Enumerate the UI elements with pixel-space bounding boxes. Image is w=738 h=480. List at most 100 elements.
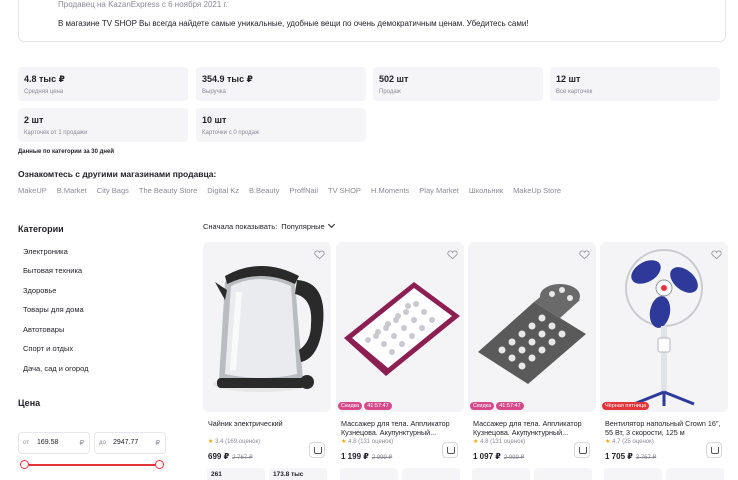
shop-link[interactable]: TV SHOP	[328, 186, 361, 195]
stat-label: Продаж	[379, 89, 401, 95]
product-metric	[604, 468, 662, 480]
star-icon: ★	[605, 439, 611, 445]
category-item[interactable]: Товары для дома	[23, 305, 84, 314]
product-title[interactable]: Массажер для тела. Аппликатор Кузнецова.…	[341, 419, 459, 437]
price-slider-max-handle[interactable]	[155, 460, 164, 469]
category-item[interactable]: Автотовары	[23, 325, 64, 334]
product-badges: Чёрная пятница	[602, 402, 650, 410]
product-card[interactable]: Чёрная пятница Вентилятор напольный Crow…	[600, 242, 728, 480]
category-item[interactable]: Электроника	[23, 247, 68, 256]
price-from-field[interactable]: от 169.58 ₽	[18, 432, 90, 454]
product-metric: 261	[207, 468, 265, 480]
product-metric	[534, 468, 592, 480]
timer-badge: 41:57:47	[496, 402, 524, 410]
product-title[interactable]: Массажер для тела. Аппликатор Кузнецова.…	[473, 419, 591, 437]
product-price: 1 705 ₽3 767 ₽	[605, 452, 656, 461]
stat-label: Выручка	[202, 89, 226, 95]
product-card[interactable]: Чайник электрический ★ 3.4 (169 оценок) …	[203, 242, 331, 480]
sort-control[interactable]: Сначала показывать: Популярные	[203, 220, 335, 231]
stat-value: 4.8 тыс ₽	[24, 74, 65, 84]
discount-badge: Скидка	[470, 402, 495, 410]
category-item[interactable]: Дача, сад и огород	[23, 364, 88, 373]
price-slider-min-handle[interactable]	[20, 460, 29, 469]
shop-link[interactable]: Школьник	[469, 186, 503, 195]
shop-link[interactable]: Digital Kz	[207, 186, 239, 195]
shop-link[interactable]: B.Market	[57, 186, 87, 195]
shop-link[interactable]: The Beauty Store	[139, 186, 197, 195]
rating-value: 4.8	[480, 439, 489, 445]
category-item[interactable]: Спорт и отдых	[23, 344, 73, 353]
product-image	[600, 242, 728, 412]
star-icon: ★	[473, 439, 479, 445]
rating-reviews: (131 оценок)	[358, 439, 394, 445]
price-current: 1 199 ₽	[341, 452, 369, 461]
price-current: 699 ₽	[208, 452, 230, 461]
price-from-value: 169.58	[37, 439, 59, 446]
rating-value: 4.8	[348, 439, 357, 445]
currency-symbol: ₽	[79, 440, 84, 447]
category-item[interactable]: Здоровье	[23, 286, 56, 295]
stat-value: 2 шт	[24, 115, 44, 125]
price-to-value: 2947.77	[113, 439, 139, 446]
chevron-down-icon	[327, 220, 335, 229]
period-note: Данные по категории за 30 дней	[18, 149, 115, 155]
product-card[interactable]: Скидка 41:57:47 Массажер для тела. Аппли…	[336, 242, 464, 480]
stat-label: Средняя цена	[24, 89, 64, 95]
sort-label: Сначала показывать:	[203, 222, 278, 231]
stat-value: 502 шт	[379, 74, 409, 84]
price-current: 1 097 ₽	[473, 452, 501, 461]
shop-link[interactable]: H.Moments	[371, 186, 409, 195]
product-rating: ★ 4.8 (131 оценок)	[341, 438, 393, 445]
price-current: 1 705 ₽	[605, 452, 633, 461]
shop-link[interactable]: ProffNail	[289, 186, 318, 195]
price-to-prefix: до	[99, 440, 106, 446]
rating-reviews: (25 оценок)	[622, 439, 654, 445]
add-to-cart-icon[interactable]	[574, 442, 590, 458]
add-to-cart-icon[interactable]	[442, 442, 458, 458]
product-badges: Скидка 41:57:47	[470, 402, 524, 410]
price-from-prefix: от	[23, 440, 29, 446]
add-to-cart-icon[interactable]	[309, 442, 325, 458]
price-old: 3 767 ₽	[635, 455, 657, 461]
heart-icon	[447, 250, 458, 260]
shop-link[interactable]: MakeUp Store	[513, 186, 561, 195]
stat-avg-price: 4.8 тыс ₽ Средняя цена	[18, 67, 188, 101]
product-metric	[472, 468, 530, 480]
add-to-cart-icon[interactable]	[706, 442, 722, 458]
product-title[interactable]: Чайник электрический	[208, 419, 326, 437]
shop-link[interactable]: City Bags	[97, 186, 129, 195]
currency-symbol: ₽	[155, 440, 160, 447]
shop-link[interactable]: Play Market	[419, 186, 459, 195]
stat-cards-no-sales: 10 шт Карточки с 0 продаж	[196, 108, 366, 142]
discount-badge: Скидка	[338, 402, 363, 410]
seller-description: В магазине TV SHOP Вы всегда найдете сам…	[58, 19, 529, 28]
price-old: 2 999 ₽	[503, 455, 525, 461]
shop-link[interactable]: B.Beauty	[249, 186, 279, 195]
category-item[interactable]: Бытовая техника	[23, 266, 82, 275]
product-rating: ★ 4.7 (25 оценок)	[605, 438, 654, 445]
sort-value: Популярные	[281, 222, 325, 231]
product-card[interactable]: Скидка 41:57:47 Массажер для тела. Аппли…	[468, 242, 596, 480]
product-price: 699 ₽2 767 ₽	[208, 452, 253, 461]
product-image	[468, 242, 596, 412]
product-metric	[666, 468, 724, 480]
product-rating: ★ 4.8 (131 оценок)	[473, 438, 525, 445]
rating-value: 3.4	[215, 439, 224, 445]
stat-revenue: 354.9 тыс ₽ Выручка	[196, 67, 366, 101]
star-icon: ★	[341, 439, 347, 445]
stat-label: Карточек от 1 продажи	[24, 130, 88, 136]
rating-value: 4.7	[612, 439, 621, 445]
product-price: 1 199 ₽2 999 ₽	[341, 452, 392, 461]
product-metric	[340, 468, 398, 480]
product-metric	[402, 468, 460, 480]
stat-value: 354.9 тыс ₽	[202, 74, 253, 84]
product-title[interactable]: Вентилятор напольный Crown 16", 55 Вт, 3…	[605, 419, 723, 437]
stat-label: Карточки с 0 продаж	[202, 130, 260, 136]
shop-link[interactable]: MakeUP	[18, 186, 47, 195]
seller-since: Продавец на KazanExpress с 6 ноября 2021…	[58, 0, 228, 9]
heart-icon	[711, 250, 722, 260]
stat-value: 12 шт	[556, 74, 581, 84]
rating-reviews: (169 оценок)	[225, 439, 261, 445]
stat-cards-with-sales: 2 шт Карточек от 1 продажи	[18, 108, 188, 142]
price-to-field[interactable]: до 2947.77 ₽	[94, 432, 166, 454]
